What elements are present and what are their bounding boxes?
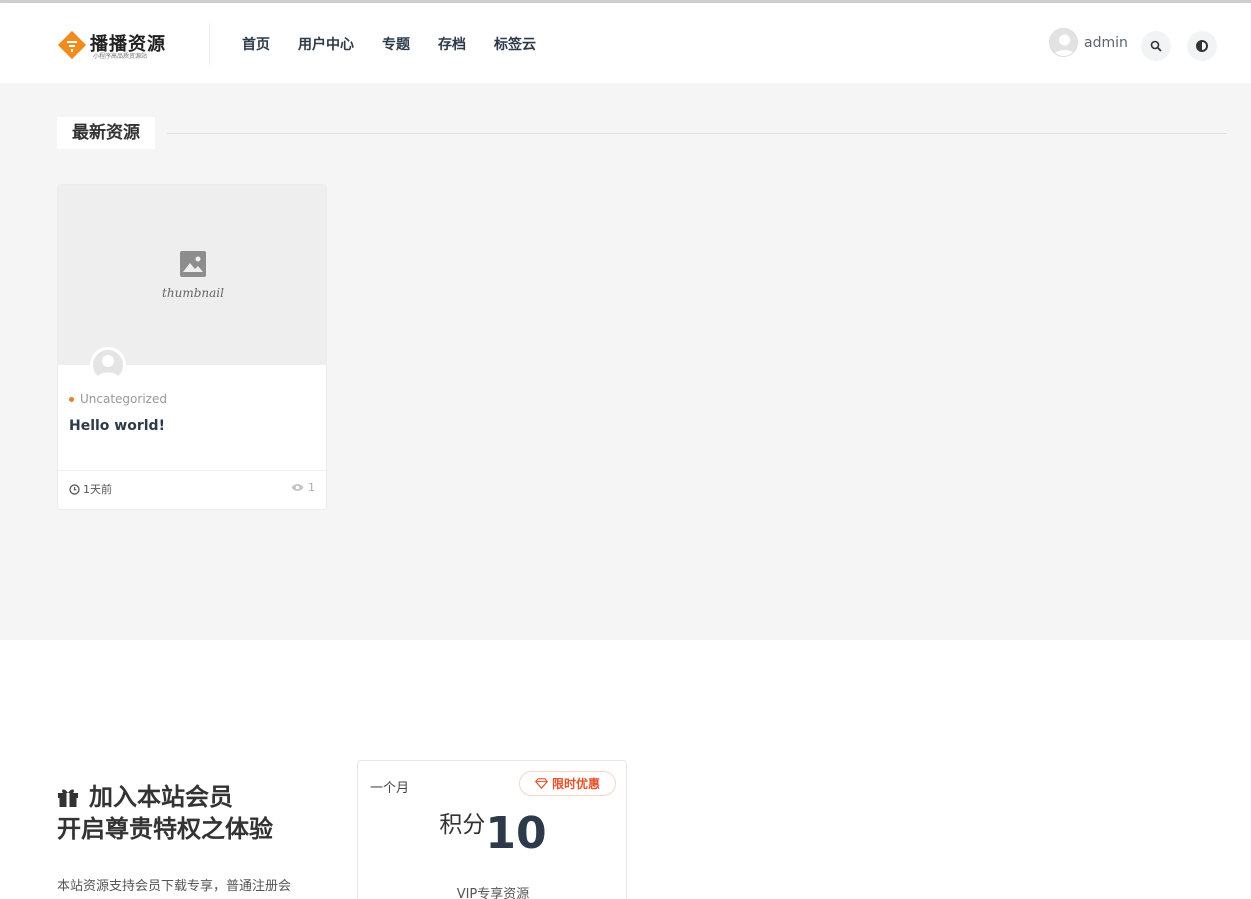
post-views: 1 xyxy=(291,481,315,494)
section-divider xyxy=(167,133,1227,134)
plan-price-amount: 10 xyxy=(485,808,547,859)
image-placeholder-icon xyxy=(180,251,206,277)
clock-icon xyxy=(69,483,80,495)
nav-item-tag-cloud[interactable]: 标签云 xyxy=(494,34,536,54)
gift-icon xyxy=(58,789,78,807)
post-thumbnail[interactable]: thumbnail xyxy=(58,185,326,365)
nav-item-archive[interactable]: 存档 xyxy=(438,34,466,54)
user-avatar-icon xyxy=(96,355,120,380)
theme-toggle-button[interactable] xyxy=(1187,31,1217,61)
username[interactable]: admin xyxy=(1084,35,1128,51)
site-logo[interactable]: 播播资源 小程序高品质资源站 xyxy=(58,29,168,63)
plan-note: VIP专享资源 xyxy=(456,887,530,899)
thumbnail-label: thumbnail xyxy=(162,286,224,300)
category-dot xyxy=(69,396,74,402)
vip-plan-card[interactable]: 一个月 限时优惠 积分10 VIP专享资源 xyxy=(357,760,627,899)
header-divider xyxy=(209,23,210,65)
vip-heading: 加入本站会员 开启尊贵特权之体验 xyxy=(57,781,273,845)
logo-icon xyxy=(58,31,86,59)
plan-price-unit: 积分 xyxy=(439,812,486,838)
post-title[interactable]: Hello world! xyxy=(69,418,165,434)
nav-item-topics[interactable]: 专题 xyxy=(382,34,410,54)
site-header: 播播资源 小程序高品质资源站 首页 用户中心 专题 存档 标签云 admin xyxy=(0,3,1251,83)
nav-item-home[interactable]: 首页 xyxy=(242,34,270,54)
logo-subtitle: 小程序高品质资源站 xyxy=(93,53,148,60)
post-card[interactable]: thumbnail Uncategorized Hello world! 1天前… xyxy=(57,184,327,510)
post-time: 1天前 xyxy=(69,481,112,497)
search-icon xyxy=(1150,40,1162,52)
main-nav: 首页 用户中心 专题 存档 标签云 xyxy=(242,34,564,54)
section-title: 最新资源 xyxy=(57,117,155,149)
discount-badge-text: 限时优惠 xyxy=(551,777,600,791)
plan-period: 一个月 xyxy=(370,781,410,796)
plan-price: 积分10 xyxy=(358,805,628,859)
post-time-text: 1天前 xyxy=(83,483,112,496)
search-button[interactable] xyxy=(1141,31,1171,61)
avatar[interactable] xyxy=(90,347,126,383)
vip-description: 本站资源支持会员下载专享，普通注册会 xyxy=(57,879,292,894)
diamond-icon xyxy=(535,778,548,789)
vip-heading-line1: 加入本站会员 xyxy=(89,783,233,811)
user-menu[interactable]: admin xyxy=(1049,28,1128,57)
eye-icon xyxy=(291,484,304,491)
nav-item-user-center[interactable]: 用户中心 xyxy=(298,34,354,54)
vip-heading-line2: 开启尊贵特权之体验 xyxy=(57,815,273,843)
contrast-icon xyxy=(1196,40,1208,52)
discount-badge: 限时优惠 xyxy=(519,771,616,796)
post-category[interactable]: Uncategorized xyxy=(69,392,167,406)
category-label: Uncategorized xyxy=(80,392,167,406)
post-views-count: 1 xyxy=(308,481,315,494)
avatar[interactable] xyxy=(1049,28,1078,57)
card-divider xyxy=(58,470,326,471)
user-avatar-icon xyxy=(1054,34,1075,56)
